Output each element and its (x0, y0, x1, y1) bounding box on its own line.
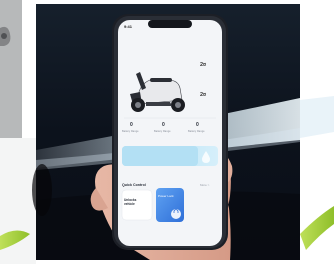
right-light-beam (300, 96, 334, 138)
stat-label-3: Battery Range (188, 130, 205, 133)
stat-label-1: Battery Range (122, 130, 139, 133)
quick-control-title: Quick Control (122, 183, 146, 187)
power-lock-label[interactable]: Power Lock (158, 194, 174, 198)
stat-value-1: 0 (130, 122, 133, 128)
side-value-bottom: 2¤ (200, 92, 207, 98)
stat-value-2: 0 (162, 122, 165, 128)
side-value-top: 2¤ (200, 62, 207, 68)
unlock-card-label[interactable]: Unlocks vehicle (124, 198, 148, 206)
stat-label-2: Battery Range (154, 130, 171, 133)
quick-control-more-link[interactable]: More > (200, 183, 209, 187)
status-time: 9:41 (124, 24, 133, 29)
phone-screen: 9:41 2¤ 2¤ 0 Battery Range 0 Battery Ran… (118, 20, 222, 246)
stat-value-3: 0 (196, 122, 199, 128)
left-side-panel (0, 0, 22, 138)
